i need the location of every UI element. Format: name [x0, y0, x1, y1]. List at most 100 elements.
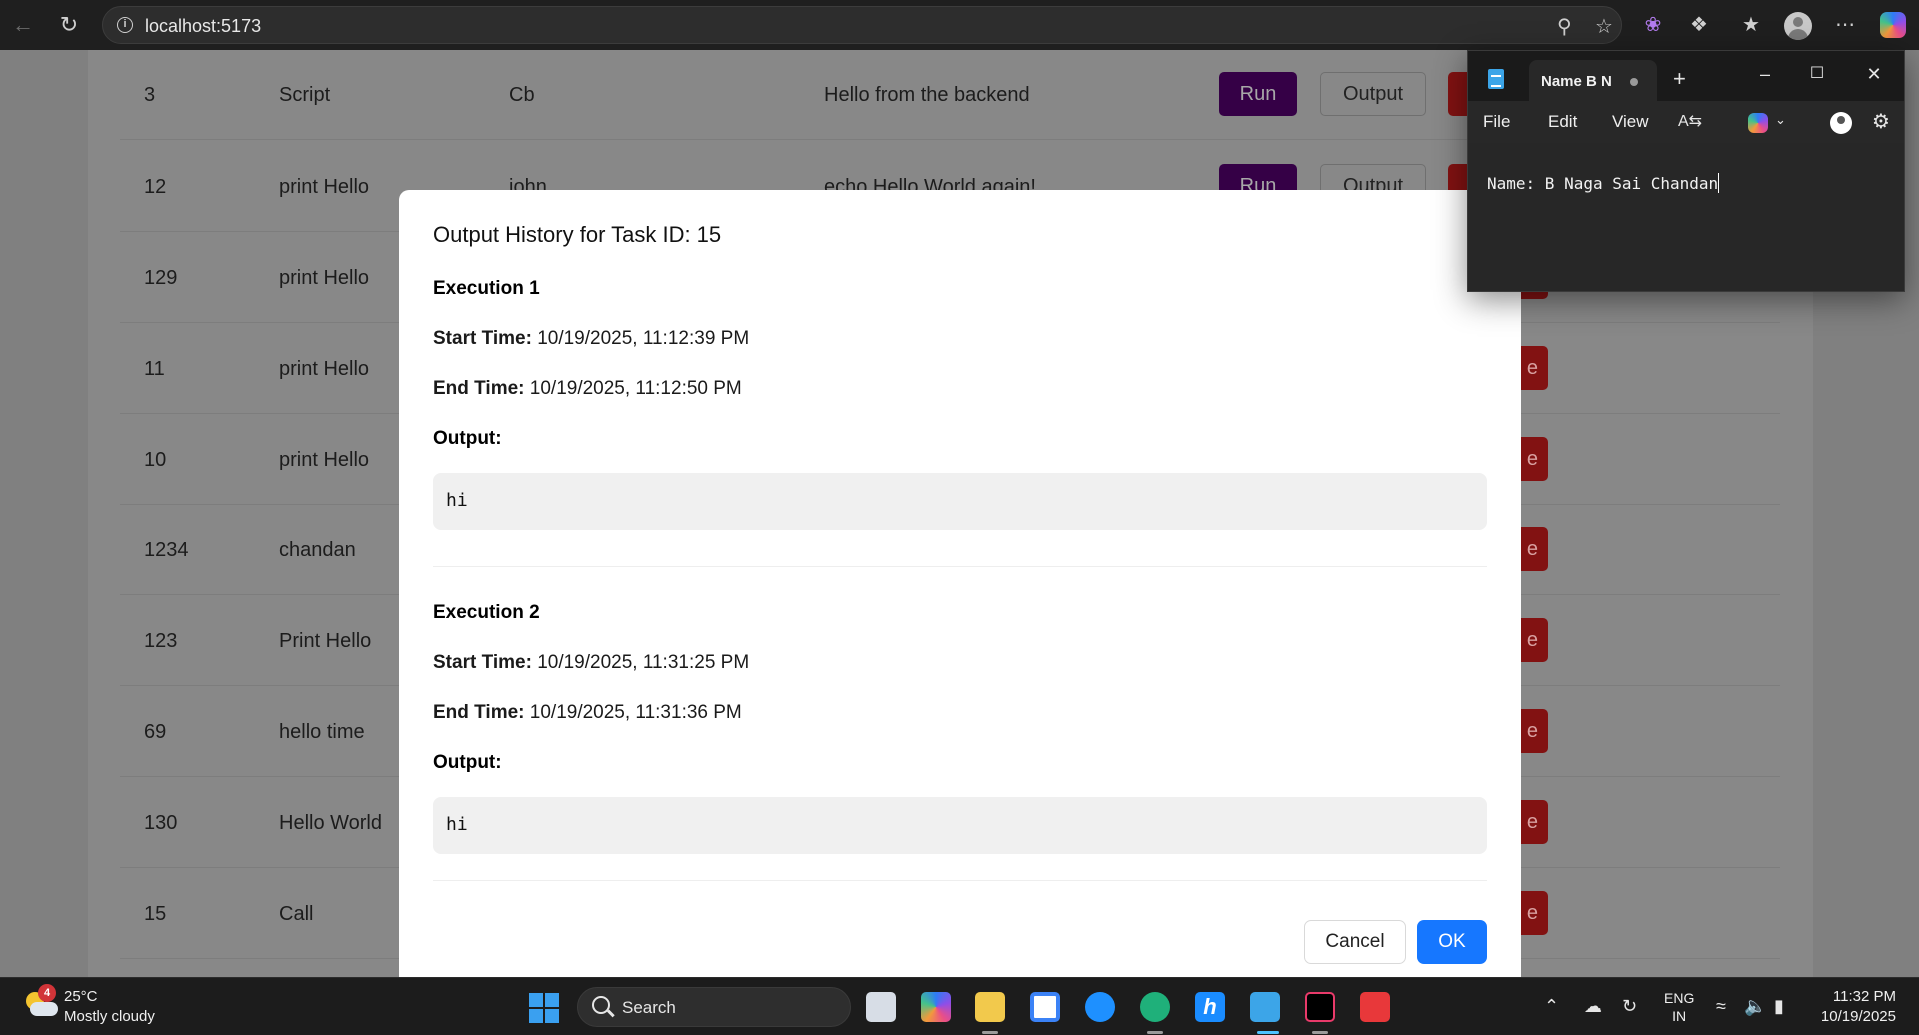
output-label: Output: — [433, 428, 502, 449]
execution-heading: Execution 2 — [433, 602, 540, 623]
task-id-cell: 129 — [144, 267, 178, 289]
onedrive-cloud-icon[interactable]: ☁ — [1584, 996, 1602, 1017]
more-menu-icon[interactable]: ⋯ — [1832, 12, 1858, 38]
clock-time: 11:32 PM — [1832, 988, 1896, 1005]
notepad-window: Name B N + – ☐ ✕ File Edit View A⇆ ⌄ ⚙ N… — [1467, 50, 1905, 292]
start-time-label: Start Time: — [433, 328, 532, 349]
task-id-cell: 123 — [144, 630, 178, 652]
task-id-cell: 3 — [144, 84, 156, 106]
start-time-label: Start Time: — [433, 652, 532, 673]
start-time-value: 10/19/2025, 11:12:39 PM — [537, 328, 750, 349]
menu-edit[interactable]: Edit — [1548, 112, 1577, 132]
unsaved-dot-icon[interactable] — [1630, 78, 1638, 86]
notepad-titlebar[interactable]: Name B N + – ☐ ✕ — [1468, 51, 1904, 101]
notepad-text-line[interactable]: Name: B Naga Sai Chandan — [1487, 173, 1720, 193]
notepad-tab[interactable]: Name B N — [1529, 60, 1657, 101]
site-info-icon[interactable]: i — [117, 17, 133, 33]
taskbar: 4 25°C Mostly cloudy Search h ⌃ ☁ ↻ ENG … — [0, 977, 1919, 1035]
task-id-cell: 10 — [144, 449, 167, 471]
minimize-icon[interactable]: – — [1750, 59, 1780, 89]
chevron-down-icon[interactable]: ⌄ — [1775, 112, 1786, 128]
battery-icon[interactable]: ▮ — [1774, 996, 1784, 1017]
copilot-icon[interactable] — [1748, 113, 1768, 133]
task-name-cell: print Hello — [279, 176, 370, 198]
notepad-editor[interactable]: Name: B Naga Sai Chandan — [1468, 143, 1904, 291]
system-clock[interactable]: 11:32 PM 10/19/2025 — [1808, 987, 1896, 1027]
task-id-cell: 130 — [144, 812, 178, 834]
file-explorer-icon[interactable] — [975, 992, 1005, 1022]
volume-icon[interactable]: 🔈 — [1744, 996, 1766, 1017]
hashnode-app-icon[interactable]: h — [1195, 992, 1225, 1022]
output-button[interactable]: Output — [1320, 72, 1426, 116]
maximize-icon[interactable]: ☐ — [1802, 59, 1832, 89]
start-tile — [545, 993, 559, 1007]
close-icon[interactable]: ✕ — [1859, 59, 1889, 89]
running-indicator — [1312, 1031, 1328, 1034]
task-name-cell: chandan — [279, 539, 356, 561]
microsoft-store-icon[interactable] — [1030, 992, 1060, 1022]
menu-file[interactable]: File — [1483, 112, 1510, 132]
notepad-tab-title: Name B N — [1541, 73, 1612, 90]
output-label: Output: — [433, 752, 502, 773]
edge-browser-icon[interactable] — [1140, 992, 1170, 1022]
ok-button[interactable]: OK — [1417, 920, 1487, 964]
wifi-icon[interactable]: ≈ — [1716, 996, 1726, 1017]
search-label: Search — [622, 998, 676, 1017]
start-tile — [545, 1009, 559, 1023]
taskbar-search[interactable]: Search — [577, 987, 851, 1027]
task-id-cell: 12 — [144, 176, 167, 198]
help-app-icon[interactable] — [1085, 992, 1115, 1022]
weather-temperature[interactable]: 25°C — [64, 988, 98, 1005]
end-time-line: End Time: 10/19/2025, 11:12:50 PM — [433, 378, 742, 400]
start-tile — [529, 993, 543, 1007]
extensions-puzzle-icon[interactable]: ❖ — [1686, 12, 1712, 38]
running-indicator — [1147, 1031, 1163, 1034]
running-indicator — [982, 1031, 998, 1034]
reload-icon[interactable]: ↻ — [56, 12, 82, 38]
favorites-icon[interactable]: ★ — [1738, 12, 1764, 38]
output-history-modal: Output History for Task ID: 15 Execution… — [399, 190, 1521, 977]
task-name-cell: print Hello — [279, 358, 370, 380]
windows-start-icon[interactable] — [529, 993, 559, 1023]
new-tab-plus-icon[interactable]: + — [1673, 66, 1686, 92]
end-time-value: 10/19/2025, 11:31:36 PM — [529, 702, 742, 723]
clock-date: 10/19/2025 — [1820, 1008, 1896, 1025]
copilot-icon[interactable] — [1880, 12, 1906, 38]
task-id-cell: 15 — [144, 903, 167, 925]
browser-essentials-icon[interactable]: ❀ — [1640, 12, 1666, 38]
start-tile — [529, 1009, 543, 1023]
postman-app-icon[interactable] — [1360, 992, 1390, 1022]
copilot-app-icon[interactable] — [921, 992, 951, 1022]
menu-view[interactable]: View — [1612, 112, 1649, 132]
intellij-app-icon[interactable] — [1305, 992, 1335, 1022]
notepad-app-icon[interactable] — [1250, 992, 1280, 1022]
address-bar[interactable]: i localhost:5173 ⚲ ☆ — [102, 6, 1622, 44]
output-text: hi — [446, 814, 468, 835]
favorite-star-icon[interactable]: ☆ — [1595, 14, 1613, 39]
end-time-value: 10/19/2025, 11:12:50 PM — [529, 378, 742, 399]
text-format-icon[interactable]: A⇆ — [1678, 111, 1702, 131]
start-time-line: Start Time: 10/19/2025, 11:12:39 PM — [433, 328, 749, 350]
cloud-shape — [30, 1002, 58, 1016]
task-name-cell: print Hello — [279, 449, 370, 471]
zoom-icon[interactable]: ⚲ — [1557, 14, 1572, 39]
account-icon[interactable] — [1830, 112, 1852, 134]
notepad-content[interactable]: Name: B Naga Sai Chandan — [1487, 174, 1718, 193]
weather-description[interactable]: Mostly cloudy — [64, 1008, 155, 1025]
end-time-label: End Time: — [433, 702, 525, 723]
weather-badge: 4 — [38, 984, 56, 1002]
task-view-icon[interactable] — [866, 992, 896, 1022]
task-command-cell: Hello from the backend — [824, 84, 1030, 106]
chevron-up-icon[interactable]: ⌃ — [1544, 996, 1559, 1017]
settings-gear-icon[interactable]: ⚙ — [1872, 109, 1890, 134]
profile-avatar[interactable] — [1784, 12, 1812, 40]
sync-icon[interactable]: ↻ — [1622, 996, 1637, 1017]
language-indicator[interactable]: ENG IN — [1664, 989, 1694, 1025]
run-button[interactable]: Run — [1219, 72, 1297, 116]
task-owner-cell: Cb — [509, 84, 535, 106]
notepad-app-icon — [1488, 69, 1504, 89]
back-arrow-icon[interactable]: ← — [10, 12, 36, 38]
cancel-button[interactable]: Cancel — [1304, 920, 1406, 964]
url-text[interactable]: localhost:5173 — [145, 16, 261, 37]
task-name-cell: Print Hello — [279, 630, 372, 652]
